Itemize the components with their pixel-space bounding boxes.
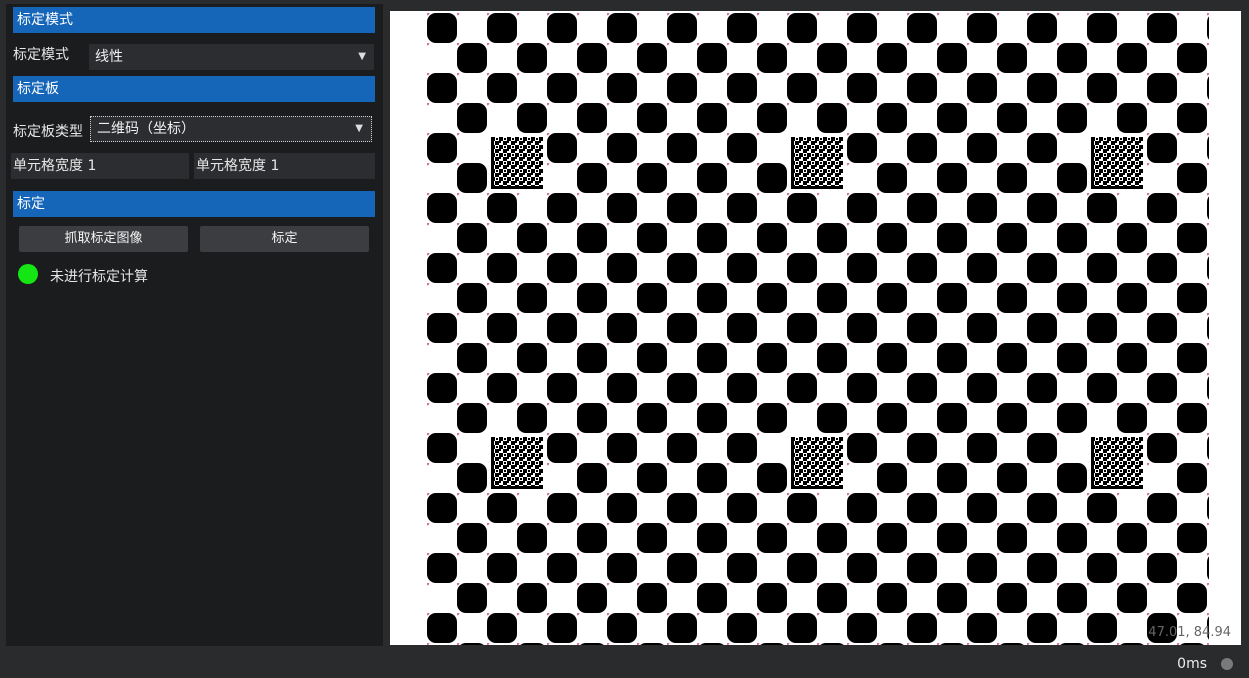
section-header-mode: 标定模式 (13, 7, 375, 33)
section-header-calibration: 标定 (13, 191, 375, 217)
calibrate-button[interactable]: 标定 (200, 226, 369, 252)
calibration-board-image (390, 11, 1241, 645)
capture-calibration-image-button[interactable]: 抓取标定图像 (19, 226, 188, 252)
calibration-status-text: 未进行标定计算 (50, 269, 148, 285)
chevron-down-icon: ▼ (355, 123, 363, 134)
cell-width-field-1[interactable]: 单元格宽度 1 (11, 153, 189, 179)
status-bar: 0ms (0, 648, 1249, 678)
cursor-coordinates: 47.01, 84.94 (1148, 625, 1231, 640)
chevron-down-icon: ▼ (358, 51, 366, 62)
mode-select[interactable]: 线性 ▼ (89, 44, 374, 70)
mode-select-value: 线性 (95, 49, 123, 65)
image-viewer[interactable]: 47.01, 84.94 (390, 11, 1241, 645)
viewer-top-strip (384, 0, 1249, 11)
cell-width-field-2[interactable]: 单元格宽度 1 (194, 153, 375, 179)
board-type-label: 标定板类型 (13, 124, 83, 140)
left-panel: 标定模式 标定模式 线性 ▼ 标定板 标定板类型 二维码（坐标） ▼ 单元格宽度… (6, 4, 383, 646)
timing-text: 0ms (1177, 656, 1207, 672)
mode-label: 标定模式 (13, 47, 69, 63)
status-indicator-icon (18, 264, 38, 284)
section-header-board: 标定板 (13, 76, 375, 102)
board-type-select[interactable]: 二维码（坐标） ▼ (90, 116, 372, 142)
board-type-value: 二维码（坐标） (97, 121, 195, 137)
status-dot-icon (1221, 658, 1233, 670)
